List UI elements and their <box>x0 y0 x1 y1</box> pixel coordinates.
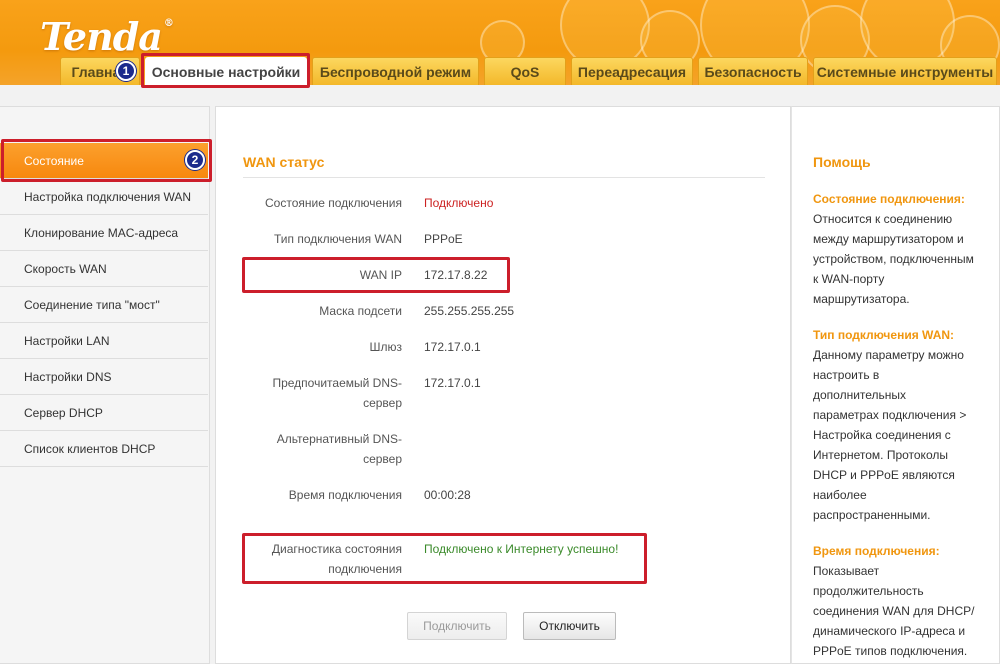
preferred-dns-label: Предпочитаемый DNS- сервер <box>232 373 402 413</box>
connection-state-label: Состояние подключения <box>265 196 402 210</box>
sidebar-item-status[interactable]: Состояние <box>0 143 208 179</box>
sidebar-item-label: Сервер DHCP <box>24 405 103 420</box>
tab-qos[interactable]: QoS <box>484 57 566 85</box>
diagnostics-label: Диагностика состояния подключения <box>232 539 402 579</box>
wan-ip-value: 172.17.8.22 <box>424 268 488 282</box>
diagnostics-label-line2: подключения <box>328 562 402 576</box>
sidebar-item-wan-setup[interactable]: Настройка подключения WAN <box>0 179 208 215</box>
sidebar-item-dhcp-server[interactable]: Сервер DHCP <box>0 395 208 431</box>
diagnostics-label-line1: Диагностика состояния <box>271 542 402 556</box>
help-line: настроить в <box>813 368 880 382</box>
header-bar: Tenda ® Главная Основные настройки Беспро… <box>0 0 1000 85</box>
tab-basic-settings[interactable]: Основные настройки <box>145 57 307 85</box>
help-line: параметрах подключения > <box>813 408 967 422</box>
sidebar-item-dns[interactable]: Настройки DNS <box>0 359 208 395</box>
sidebar-item-label: Настройка подключения WAN <box>24 189 192 204</box>
gateway-value: 172.17.0.1 <box>424 340 481 354</box>
alternate-dns-label-line2: сервер <box>363 452 402 466</box>
subnet-mask-value: 255.255.255.255 <box>424 304 515 318</box>
help-line: Данному параметру можно <box>813 348 964 362</box>
connection-time-label: Время подключения <box>288 488 402 502</box>
connect-button[interactable]: Подключить <box>407 612 507 640</box>
help-text-connection-time: Показывает продолжительность соединения … <box>813 561 993 661</box>
connection-time-value: 00:00:28 <box>424 488 471 502</box>
tab-system-tools-label: Системные инструменты <box>816 63 994 80</box>
step-badge-1: 1 <box>116 61 136 81</box>
sidebar-item-bridge[interactable]: Соединение типа "мост" <box>0 287 208 323</box>
tab-security[interactable]: Безопасность <box>698 57 808 85</box>
preferred-dns-label-line2: сервер <box>363 396 402 410</box>
sidebar-item-label: Скорость WAN <box>24 261 107 276</box>
sidebar-item-dhcp-clients[interactable]: Список клиентов DHCP <box>0 431 208 467</box>
help-line: наиболее <box>813 488 867 502</box>
wan-status-panel: WAN статус Состояние подключения Подключ… <box>215 106 791 664</box>
help-line: динамического IP-адреса и <box>813 624 966 638</box>
logo-text: Tenda <box>40 14 163 59</box>
help-heading-connection-type: Тип подключения WAN: <box>813 328 955 342</box>
help-text-connection-state: Относится к соединению между маршрутизат… <box>813 209 993 309</box>
help-line: Показывает <box>813 564 880 578</box>
tab-wireless-label: Беспроводной режим <box>319 63 472 80</box>
tab-port-forwarding-label: Переадресация <box>577 63 687 80</box>
help-text-connection-type: Данному параметру можно настроить в допо… <box>813 345 993 525</box>
connection-type-label: Тип подключения WAN <box>273 232 402 246</box>
connection-type-value: PPPoE <box>424 232 463 246</box>
sidebar-item-wan-speed[interactable]: Скорость WAN <box>0 251 208 287</box>
help-line: маршрутизатора. <box>813 292 910 306</box>
tab-system-tools[interactable]: Системные инструменты <box>813 57 997 85</box>
help-line: PPPoE типов подключения. <box>813 644 968 658</box>
sidebar: Состояние Настройка подключения WAN Клон… <box>0 106 210 664</box>
help-line: к WAN-порту <box>813 272 885 286</box>
help-line: дополнительных <box>813 388 907 402</box>
tab-basic-settings-label: Основные настройки <box>151 63 301 80</box>
tab-qos-label: QoS <box>510 63 540 80</box>
sidebar-item-mac-clone[interactable]: Клонирование MAC-адреса <box>0 215 208 251</box>
help-line: DHCP и PPPoE являются <box>813 468 955 482</box>
sidebar-item-label: Настройки DNS <box>24 369 112 384</box>
help-heading-connection-time: Время подключения: <box>813 544 940 558</box>
connection-state-value: Подключено <box>424 196 494 210</box>
diagnostics-value: Подключено к Интернету успешно! <box>424 542 619 556</box>
help-line: устройством, подключенным <box>813 252 974 266</box>
subnet-mask-label: Маска подсети <box>319 304 402 318</box>
help-line: соединения WAN для DHCP/ <box>813 604 975 618</box>
wan-ip-label: WAN IP <box>359 268 402 282</box>
help-line: Относится к соединению <box>813 212 953 226</box>
sidebar-item-label: Соединение типа "мост" <box>24 297 160 312</box>
help-heading-connection-state: Состояние подключения: <box>813 192 965 206</box>
tab-security-label: Безопасность <box>704 63 802 80</box>
sidebar-item-label: Настройки LAN <box>24 333 110 348</box>
sidebar-item-label: Состояние <box>24 153 84 168</box>
preferred-dns-value: 172.17.0.1 <box>424 376 481 390</box>
step-badge-2: 2 <box>185 150 205 170</box>
registered-mark: ® <box>163 18 174 29</box>
preferred-dns-label-line1: Предпочитаемый DNS- <box>272 376 402 390</box>
tenda-logo: Tenda ® <box>40 14 174 59</box>
top-nav-tabs: Главная Основные настройки Беспроводной … <box>60 57 997 85</box>
title-divider <box>243 177 765 178</box>
tab-wireless[interactable]: Беспроводной режим <box>312 57 479 85</box>
sidebar-item-lan[interactable]: Настройки LAN <box>0 323 208 359</box>
sidebar-item-label: Список клиентов DHCP <box>24 441 156 456</box>
help-line: Интернетом. Протоколы <box>813 448 948 462</box>
alternate-dns-label-line1: Альтернативный DNS- <box>276 432 402 446</box>
help-line: Настройка соединения с <box>813 428 951 442</box>
alternate-dns-label: Альтернативный DNS- сервер <box>232 429 402 469</box>
help-line: продолжительность <box>813 584 924 598</box>
gateway-label: Шлюз <box>369 340 402 354</box>
help-panel: Помощь Состояние подключения: Относится … <box>791 106 1000 664</box>
sidebar-item-label: Клонирование MAC-адреса <box>24 225 179 240</box>
help-line: между маршрутизатором и <box>813 232 964 246</box>
help-title: Помощь <box>813 154 871 170</box>
help-line: распространенными. <box>813 508 931 522</box>
tab-port-forwarding[interactable]: Переадресация <box>571 57 693 85</box>
page-title: WAN статус <box>243 154 325 170</box>
disconnect-button[interactable]: Отключить <box>523 612 616 640</box>
